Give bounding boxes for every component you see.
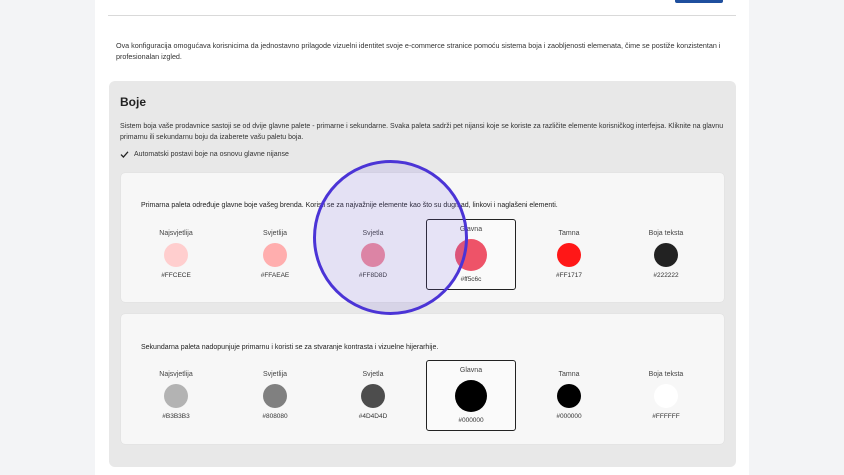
swatch-color xyxy=(654,243,678,267)
swatch-color xyxy=(654,384,678,408)
colors-section-description: Sistem boja vaše prodavnice sastoji se o… xyxy=(120,123,724,141)
swatch-label: Boja teksta xyxy=(648,371,684,378)
swatch-hex: #000000 xyxy=(458,417,484,424)
swatch-label: Glavna xyxy=(459,226,483,233)
swatch-color xyxy=(263,243,287,267)
swatch-hex: #FF8D8D xyxy=(358,272,388,279)
swatch-color xyxy=(361,243,385,267)
swatch-label: Glavna xyxy=(459,367,483,374)
swatch-color xyxy=(164,243,188,267)
secondary-swatch-main[interactable]: Glavna #000000 xyxy=(426,360,516,431)
swatch-hex: #4D4D4D xyxy=(358,413,388,420)
swatch-hex: #FFCECE xyxy=(161,272,191,279)
swatch-label: Svjetla xyxy=(362,371,384,378)
swatch-color xyxy=(455,380,487,412)
auto-colors-option[interactable]: Automatski postavi boje na osnovu glavne… xyxy=(120,150,289,159)
colors-section-title: Boje xyxy=(120,95,147,109)
primary-palette-description: Primarna paleta određuje glavne boje vaš… xyxy=(141,202,558,209)
swatch-label: Tamna xyxy=(558,230,580,237)
swatch-hex: #000000 xyxy=(556,413,582,420)
secondary-palette-card: Sekundarna paleta nadopunjuje primarnu i… xyxy=(121,314,724,444)
primary-swatch-lightest[interactable]: Najsvjetlija #FFCECE xyxy=(131,229,221,279)
swatch-label: Najsvjetlija xyxy=(159,230,193,237)
swatch-color xyxy=(361,384,385,408)
primary-palette-card: Primarna paleta određuje glavne boje vaš… xyxy=(121,173,724,302)
primary-swatch-lighter[interactable]: Svjetlija #FFAEAE xyxy=(230,229,320,279)
swatch-hex: #FFAEAE xyxy=(260,272,290,279)
primary-swatch-text[interactable]: Boja teksta #222222 xyxy=(621,229,711,279)
secondary-swatch-lighter[interactable]: Svjetlija #808080 xyxy=(230,370,320,420)
swatch-label: Svjetlija xyxy=(262,230,288,237)
secondary-swatch-light[interactable]: Svjetla #4D4D4D xyxy=(328,370,418,420)
header-divider xyxy=(108,15,736,16)
secondary-swatch-dark[interactable]: Tamna #000000 xyxy=(524,370,614,420)
swatch-label: Svjetlija xyxy=(262,371,288,378)
swatch-hex: #222222 xyxy=(653,272,679,279)
swatch-label: Boja teksta xyxy=(648,230,684,237)
swatch-color xyxy=(557,384,581,408)
swatch-hex: #FFFFFF xyxy=(652,413,680,420)
auto-colors-label: Automatski postavi boje na osnovu glavne… xyxy=(134,151,289,158)
swatch-color xyxy=(455,239,487,271)
swatch-color xyxy=(263,384,287,408)
swatch-color xyxy=(557,243,581,267)
swatch-hex: #B3B3B3 xyxy=(162,413,190,420)
swatch-label: Najsvjetlija xyxy=(159,371,193,378)
primary-swatch-light[interactable]: Svjetla #FF8D8D xyxy=(328,229,418,279)
swatch-color xyxy=(164,384,188,408)
primary-swatch-main[interactable]: Glavna #ff5c6c xyxy=(426,219,516,290)
secondary-swatch-lightest[interactable]: Najsvjetlija #B3B3B3 xyxy=(131,370,221,420)
swatch-hex: #ff5c6c xyxy=(460,276,482,283)
swatch-label: Tamna xyxy=(558,371,580,378)
swatch-label: Svjetla xyxy=(362,230,384,237)
intro-text: Ova konfiguracija omogućava korisnicima … xyxy=(116,41,721,61)
checkbox-checked-icon[interactable] xyxy=(120,150,129,159)
secondary-palette-description: Sekundarna paleta nadopunjuje primarnu i… xyxy=(141,344,439,351)
swatch-hex: #FF1717 xyxy=(555,272,583,279)
primary-swatch-dark[interactable]: Tamna #FF1717 xyxy=(524,229,614,279)
secondary-swatch-text[interactable]: Boja teksta #FFFFFF xyxy=(621,370,711,420)
header-button[interactable] xyxy=(675,0,723,3)
swatch-hex: #808080 xyxy=(262,413,288,420)
